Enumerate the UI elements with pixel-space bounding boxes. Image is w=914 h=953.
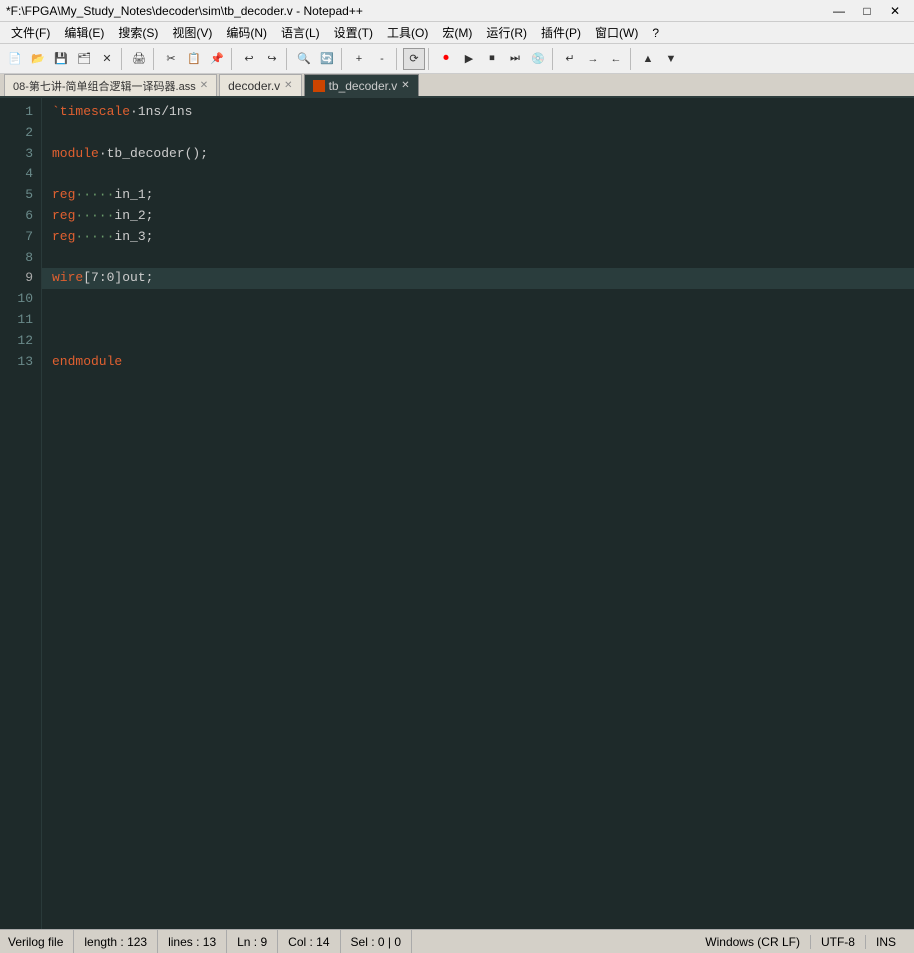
menu-search[interactable]: 搜索(S) — [111, 22, 165, 43]
print-button[interactable]: 🖨 — [128, 48, 150, 70]
menu-view[interactable]: 视图(V) — [165, 22, 219, 43]
line-num-2: 2 — [0, 123, 33, 144]
line-num-1: 1 — [0, 102, 33, 123]
toolbar-separator-6 — [396, 48, 400, 70]
new-button[interactable]: 📄 — [4, 48, 26, 70]
menu-help[interactable]: ? — [645, 24, 666, 42]
toolbar-separator-2 — [153, 48, 157, 70]
maximize-button[interactable]: □ — [854, 2, 880, 20]
indent-button[interactable]: → — [582, 48, 604, 70]
menu-window[interactable]: 窗口(W) — [588, 22, 645, 43]
window-controls: — □ ✕ — [826, 2, 908, 20]
tab-2-close[interactable]: ✕ — [401, 80, 409, 91]
line-num-7: 7 — [0, 227, 33, 248]
sync-scroll-button[interactable]: ⟳ — [403, 48, 425, 70]
line-num-10: 10 — [0, 289, 33, 310]
code-content[interactable]: `timescale·1ns/1ns module·tb_decoder(); … — [42, 98, 914, 929]
status-bar: Verilog file length : 123 lines : 13 Ln … — [0, 929, 914, 953]
open-button[interactable]: 📂 — [27, 48, 49, 70]
menu-macro[interactable]: 宏(M) — [435, 22, 479, 43]
status-length: length : 123 — [74, 930, 158, 953]
menu-encode[interactable]: 编码(N) — [219, 22, 274, 43]
title-bar: *F:\FPGA\My_Study_Notes\decoder\sim\tb_d… — [0, 0, 914, 22]
toolbar-separator-7 — [428, 48, 432, 70]
menu-run[interactable]: 运行(R) — [479, 22, 534, 43]
menu-language[interactable]: 语言(L) — [274, 22, 327, 43]
menu-edit[interactable]: 编辑(E) — [57, 22, 111, 43]
run-macro-button[interactable]: ⏭ — [504, 48, 526, 70]
replace-button[interactable]: 🔄 — [316, 48, 338, 70]
toolbar-separator-5 — [341, 48, 345, 70]
save-button[interactable]: 💾 — [50, 48, 72, 70]
status-encoding: UTF-8 — [811, 935, 866, 949]
tab-0-close[interactable]: ✕ — [200, 80, 208, 91]
toolbar-separator-4 — [286, 48, 290, 70]
line-num-11: 11 — [0, 310, 33, 331]
redo-button[interactable]: ↪ — [261, 48, 283, 70]
undo-button[interactable]: ↩ — [238, 48, 260, 70]
line-num-13: 13 — [0, 352, 33, 373]
status-cursor: Ln : 9 — [227, 930, 278, 953]
menu-bar: 文件(F) 编辑(E) 搜索(S) 视图(V) 编码(N) 语言(L) 设置(T… — [0, 22, 914, 44]
toolbar-separator-8 — [552, 48, 556, 70]
zoom-out-button[interactable]: - — [371, 48, 393, 70]
menu-file[interactable]: 文件(F) — [4, 22, 57, 43]
toolbar-separator-3 — [231, 48, 235, 70]
tab-2-label: tb_decoder.v — [329, 79, 398, 93]
tab-2-icon — [313, 80, 325, 92]
status-line-ending: Windows (CR LF) — [705, 935, 811, 949]
save-all-button[interactable]: 🗂 — [73, 48, 95, 70]
tab-0-label: 08-第七讲-简单组合逻辑一译码器.ass — [13, 78, 196, 94]
stop-button[interactable]: ⏹ — [481, 48, 503, 70]
status-mode: INS — [866, 935, 906, 949]
line-num-4: 4 — [0, 164, 33, 185]
save-macro-button[interactable]: 💿 — [527, 48, 549, 70]
line-num-5: 5 — [0, 185, 33, 206]
unindent-button[interactable]: ← — [605, 48, 627, 70]
record-button[interactable]: ⏺ — [435, 48, 457, 70]
wrap-button[interactable]: ↵ — [559, 48, 581, 70]
tab-bar: 08-第七讲-简单组合逻辑一译码器.ass ✕ decoder.v ✕ tb_d… — [0, 74, 914, 98]
menu-settings[interactable]: 设置(T) — [327, 22, 380, 43]
status-filetype: Verilog file — [8, 930, 74, 953]
up-arrow-button[interactable]: ▲ — [637, 48, 659, 70]
line-numbers: 1 2 3 4 5 6 7 8 9 10 11 12 13 — [0, 98, 42, 929]
toolbar-separator-1 — [121, 48, 125, 70]
line-num-3: 3 — [0, 144, 33, 165]
tab-1-label: decoder.v — [228, 79, 280, 93]
editor: 1 2 3 4 5 6 7 8 9 10 11 12 13 `timescale… — [0, 98, 914, 929]
zoom-in-button[interactable]: + — [348, 48, 370, 70]
minimize-button[interactable]: — — [826, 2, 852, 20]
menu-plugins[interactable]: 插件(P) — [534, 22, 588, 43]
close-button[interactable]: ✕ — [882, 2, 908, 20]
status-col: Col : 14 — [278, 930, 340, 953]
copy-button[interactable]: 📋 — [183, 48, 205, 70]
toolbar-separator-9 — [630, 48, 634, 70]
tab-2[interactable]: tb_decoder.v ✕ — [304, 74, 419, 96]
line-num-8: 8 — [0, 248, 33, 269]
down-arrow-button[interactable]: ▼ — [660, 48, 682, 70]
paste-button[interactable]: 📌 — [206, 48, 228, 70]
close-button-tb[interactable]: ✕ — [96, 48, 118, 70]
status-right: Windows (CR LF) UTF-8 INS — [705, 935, 906, 949]
status-sel: Sel : 0 | 0 — [341, 930, 412, 953]
menu-tools[interactable]: 工具(O) — [380, 22, 435, 43]
line-num-9: 9 — [0, 268, 33, 289]
line-num-12: 12 — [0, 331, 33, 352]
toolbar: 📄 📂 💾 🗂 ✕ 🖨 ✂ 📋 📌 ↩ ↪ 🔍 🔄 + - ⟳ ⏺ ▶ ⏹ ⏭ … — [0, 44, 914, 74]
window-title: *F:\FPGA\My_Study_Notes\decoder\sim\tb_d… — [6, 4, 826, 18]
tab-1-close[interactable]: ✕ — [284, 80, 292, 91]
tab-1[interactable]: decoder.v ✕ — [219, 74, 301, 96]
line-num-6: 6 — [0, 206, 33, 227]
cut-button[interactable]: ✂ — [160, 48, 182, 70]
status-lines: lines : 13 — [158, 930, 227, 953]
play-button[interactable]: ▶ — [458, 48, 480, 70]
tab-0[interactable]: 08-第七讲-简单组合逻辑一译码器.ass ✕ — [4, 74, 217, 96]
find-button[interactable]: 🔍 — [293, 48, 315, 70]
